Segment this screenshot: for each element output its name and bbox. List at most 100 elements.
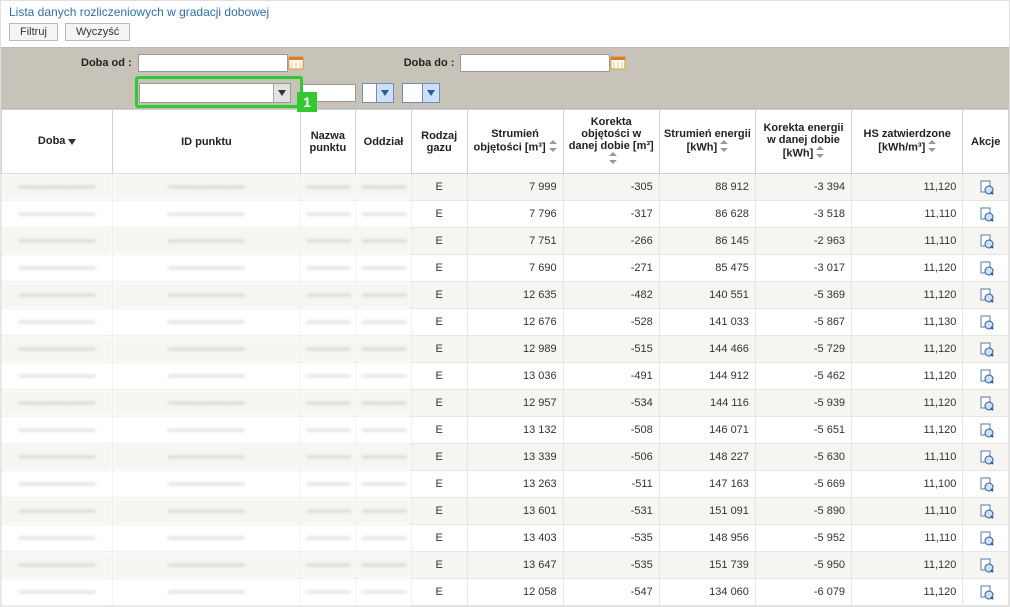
cell-id-punktu: ——————— xyxy=(113,552,300,579)
col-strumien-en[interactable]: Strumień energii [kWh] xyxy=(659,110,755,174)
cell-doba: ——————— xyxy=(2,228,113,255)
cell-doba: ——————— xyxy=(2,444,113,471)
action-view-icon[interactable] xyxy=(963,201,1009,228)
action-view-icon[interactable] xyxy=(963,309,1009,336)
cell-korekta-en: -5 729 xyxy=(755,336,851,363)
cell-id-punktu: ——————— xyxy=(113,444,300,471)
action-view-icon[interactable] xyxy=(963,471,1009,498)
col-strumien-obj[interactable]: Strumień objętości [m³] xyxy=(467,110,563,174)
action-view-icon[interactable] xyxy=(963,525,1009,552)
cell-oddzial: ———— xyxy=(356,579,412,606)
cell-hs: 11,130 xyxy=(852,309,963,336)
cell-doba: ——————— xyxy=(2,282,113,309)
cell-strumien-obj: 12 676 xyxy=(467,309,563,336)
col-korekta-obj[interactable]: Korekta objętości w danej dobie [m³] xyxy=(563,110,659,174)
col-rodzaj-gazu[interactable]: Rodzaj gazu xyxy=(411,110,467,174)
cell-strumien-en: 144 466 xyxy=(659,336,755,363)
cell-nazwa: ———— xyxy=(300,498,356,525)
filter-dropdown-4[interactable] xyxy=(402,83,440,103)
cell-rodzaj-gazu: E xyxy=(411,363,467,390)
cell-rodzaj-gazu: E xyxy=(411,525,467,552)
cell-doba: ——————— xyxy=(2,552,113,579)
cell-strumien-en: 151 091 xyxy=(659,498,755,525)
clear-button[interactable]: Wyczyść xyxy=(65,23,130,41)
input-doba-do[interactable] xyxy=(460,54,610,72)
cell-nazwa: ———— xyxy=(300,201,356,228)
cell-doba: ——————— xyxy=(2,390,113,417)
cell-korekta-en: -5 939 xyxy=(755,390,851,417)
cell-id-punktu: ——————— xyxy=(113,282,300,309)
cell-nazwa: ———— xyxy=(300,552,356,579)
table-row: ——————————————————————E13 036-491144 912… xyxy=(2,363,1009,390)
calendar-icon[interactable] xyxy=(610,55,626,71)
action-view-icon[interactable] xyxy=(963,417,1009,444)
cell-korekta-en: -3 394 xyxy=(755,174,851,201)
cell-strumien-en: 85 475 xyxy=(659,255,755,282)
cell-korekta-en: -5 890 xyxy=(755,498,851,525)
cell-id-punktu: ——————— xyxy=(113,579,300,606)
filter-dropdown-3[interactable] xyxy=(362,83,394,103)
col-oddzial[interactable]: Oddział xyxy=(356,110,412,174)
cell-nazwa: ———— xyxy=(300,525,356,552)
cell-rodzaj-gazu: E xyxy=(411,444,467,471)
cell-strumien-obj: 13 132 xyxy=(467,417,563,444)
action-view-icon[interactable] xyxy=(963,282,1009,309)
cell-strumien-en: 86 628 xyxy=(659,201,755,228)
input-doba-od[interactable] xyxy=(138,54,288,72)
cell-doba: ——————— xyxy=(2,579,113,606)
cell-nazwa: ———— xyxy=(300,444,356,471)
cell-nazwa: ———— xyxy=(300,255,356,282)
cell-oddzial: ———— xyxy=(356,363,412,390)
action-view-icon[interactable] xyxy=(963,390,1009,417)
cell-strumien-en: 146 071 xyxy=(659,417,755,444)
cell-rodzaj-gazu: E xyxy=(411,579,467,606)
action-view-icon[interactable] xyxy=(963,255,1009,282)
cell-oddzial: ———— xyxy=(356,282,412,309)
col-doba[interactable]: Doba xyxy=(2,110,113,174)
cell-doba: ——————— xyxy=(2,525,113,552)
cell-nazwa: ———— xyxy=(300,228,356,255)
cell-korekta-obj: -531 xyxy=(563,498,659,525)
cell-korekta-obj: -482 xyxy=(563,282,659,309)
action-view-icon[interactable] xyxy=(963,174,1009,201)
cell-strumien-obj: 13 339 xyxy=(467,444,563,471)
cell-oddzial: ———— xyxy=(356,390,412,417)
cell-korekta-obj: -535 xyxy=(563,525,659,552)
action-view-icon[interactable] xyxy=(963,363,1009,390)
action-view-icon[interactable] xyxy=(963,444,1009,471)
cell-nazwa: ———— xyxy=(300,174,356,201)
col-nazwa-punktu[interactable]: Nazwa punktu xyxy=(300,110,356,174)
table-row: ——————————————————————E12 058-547134 060… xyxy=(2,579,1009,606)
cell-strumien-obj: 12 058 xyxy=(467,579,563,606)
col-id-punktu[interactable]: ID punktu xyxy=(113,110,300,174)
action-view-icon[interactable] xyxy=(963,336,1009,363)
cell-strumien-en: 148 956 xyxy=(659,525,755,552)
cell-strumien-en: 148 227 xyxy=(659,444,755,471)
action-view-icon[interactable] xyxy=(963,552,1009,579)
col-hs[interactable]: HS zatwierdzone [kWh/m³] xyxy=(852,110,963,174)
calendar-icon[interactable] xyxy=(288,55,304,71)
cell-strumien-obj: 13 036 xyxy=(467,363,563,390)
action-view-icon[interactable] xyxy=(963,498,1009,525)
cell-doba: ——————— xyxy=(2,363,113,390)
cell-hs: 11,110 xyxy=(852,498,963,525)
action-view-icon[interactable] xyxy=(963,228,1009,255)
col-korekta-en[interactable]: Korekta energii w danej dobie [kWh] xyxy=(755,110,851,174)
cell-oddzial: ———— xyxy=(356,471,412,498)
table-row: ——————————————————————E7 690-27185 475-3… xyxy=(2,255,1009,282)
cell-nazwa: ———— xyxy=(300,579,356,606)
table-row: ——————————————————————E12 635-482140 551… xyxy=(2,282,1009,309)
filter-button[interactable]: Filtruj xyxy=(9,23,58,41)
cell-nazwa: ———— xyxy=(300,363,356,390)
sort-icon xyxy=(609,152,617,167)
cell-korekta-en: -2 963 xyxy=(755,228,851,255)
cell-strumien-en: 144 912 xyxy=(659,363,755,390)
cell-korekta-en: -5 669 xyxy=(755,471,851,498)
cell-doba: ——————— xyxy=(2,255,113,282)
cell-id-punktu: ——————— xyxy=(113,201,300,228)
cell-doba: ——————— xyxy=(2,471,113,498)
action-view-icon[interactable] xyxy=(963,579,1009,606)
cell-korekta-en: -5 630 xyxy=(755,444,851,471)
cell-strumien-obj: 12 989 xyxy=(467,336,563,363)
cell-korekta-obj: -506 xyxy=(563,444,659,471)
